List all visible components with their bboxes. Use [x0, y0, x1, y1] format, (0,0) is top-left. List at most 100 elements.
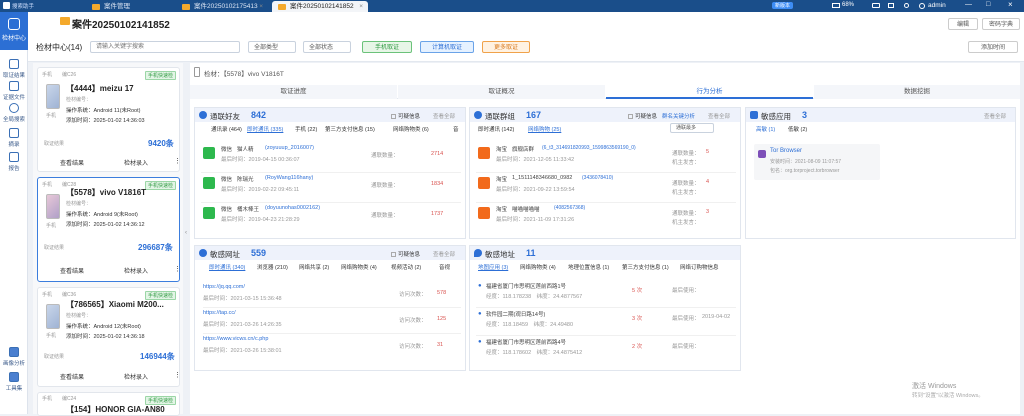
list-item[interactable]: 淘宝 1_1511148346680_0982 (3436078410) 最后时…	[476, 175, 736, 203]
sidebar-item-tools[interactable]: 工具集	[0, 372, 28, 392]
tab-case-2[interactable]: 案件20250102141852 ×	[272, 1, 368, 12]
subtab[interactable]: 网络订购物信息	[680, 263, 719, 271]
video-icon[interactable]	[872, 3, 880, 8]
view-results-link[interactable]: 查看结果	[60, 372, 84, 381]
sidebar-item-files[interactable]: 证据文件	[0, 81, 28, 101]
count-label: 访问次数：	[399, 292, 427, 298]
edit-button[interactable]: 编辑	[948, 18, 978, 30]
tab-progress[interactable]: 取证进度	[190, 85, 397, 99]
suspicious-filter[interactable]: 可疑信息	[391, 250, 420, 258]
url-link[interactable]: https://www.vicws.cn/c.php	[203, 336, 268, 342]
maximize-button[interactable]: □	[986, 1, 990, 8]
evidence-entry-link[interactable]: 检材录入	[124, 266, 148, 275]
list-item[interactable]: Tor Browser 安装时间：2021-08-09 11:07:57 包名：…	[754, 144, 880, 180]
more-forensics-button[interactable]: 更多取证	[482, 41, 530, 53]
username[interactable]: admin	[928, 2, 946, 9]
subtab[interactable]: 网络共享 (2)	[299, 263, 329, 271]
type-filter-select[interactable]: 全部类型	[248, 41, 296, 53]
update-badge[interactable]: 新版本	[772, 2, 794, 9]
sidebar-item-evidence-center[interactable]: 检材中心	[0, 12, 28, 50]
list-item[interactable]: https://jq.qq.com/ 最后时间：2021-03-15 15:36…	[203, 284, 461, 308]
group-analysis-link[interactable]: 群名关键分析	[662, 112, 695, 120]
subtab[interactable]: 音	[453, 125, 459, 133]
url-link[interactable]: https://jq.qq.com/	[203, 284, 245, 290]
view-results-link[interactable]: 查看结果	[60, 158, 84, 167]
subtab[interactable]: 低敏 (2)	[788, 125, 807, 133]
view-all-link[interactable]: 查看全部	[984, 112, 1006, 120]
view-all-link[interactable]: 查看全部	[433, 112, 455, 120]
checkbox[interactable]	[628, 114, 633, 120]
evidence-entry-link[interactable]: 检材录入	[124, 158, 148, 167]
subtab-active[interactable]: 网络购物 (25)	[528, 125, 561, 133]
status-filter-select[interactable]: 全部状态	[303, 41, 351, 53]
bell-icon[interactable]	[904, 3, 909, 8]
url-link[interactable]: https://tap.cc/	[203, 310, 236, 316]
tab-behavior[interactable]: 行为分析	[606, 85, 813, 99]
sidebar-item-search[interactable]: 全局搜索	[0, 103, 28, 123]
subtab-active[interactable]: 即时通讯 (340)	[209, 263, 245, 271]
list-item[interactable]: https://www.vicws.cn/c.php 最后时间：2021-03-…	[203, 336, 461, 360]
subtab[interactable]: 浏览器 (210)	[257, 263, 288, 271]
subtab[interactable]: 通讯录 (464)	[211, 125, 242, 133]
view-all-link[interactable]: 查看全部	[708, 112, 730, 120]
list-item[interactable]: https://tap.cc/ 最后时间：2021-03-26 14:26:35…	[203, 310, 461, 334]
subtab[interactable]: 即时通讯 (142)	[478, 125, 514, 133]
tab-overview[interactable]: 取证概况	[398, 85, 605, 99]
device-card[interactable]: 手机 编C24 手机快速检 【154】HONOR GIA-AN80	[37, 392, 180, 416]
checkbox[interactable]	[391, 114, 396, 120]
more-icon[interactable]: ⋮	[174, 265, 181, 273]
tab-case-1[interactable]: 案件20250102175413 ×	[176, 1, 268, 12]
tab-case-management[interactable]: 案件管理	[86, 1, 166, 12]
subtab-active[interactable]: 高敏 (1)	[756, 125, 775, 133]
subtab[interactable]: 网络购物类 (6)	[393, 125, 429, 133]
list-item[interactable]: ● 福建省厦门市思明区莲前西路1号 经度：118.178238 纬度：24.48…	[476, 282, 736, 308]
sidebar-item-report[interactable]: 报告	[0, 152, 28, 172]
add-time-button[interactable]: 添加时间	[968, 41, 1018, 53]
password-dict-button[interactable]: 密码字典	[982, 18, 1020, 30]
checkbox[interactable]	[391, 252, 396, 258]
list-item[interactable]: 淘宝 旗舰店群 (6_t3_314691820993_1599863569190…	[476, 145, 736, 173]
close-icon[interactable]: ×	[359, 1, 363, 12]
list-item[interactable]: 微信 桶木棒王 (doyuunohas0002162) 最后时间：2019-04…	[201, 205, 461, 233]
close-window-button[interactable]: ×	[1008, 0, 1013, 9]
device-card-selected[interactable]: 手机 编C28 手机快速检 【5578】vivo V1816T 检材编号： 操作…	[37, 177, 181, 282]
more-icon[interactable]: ⋮	[174, 157, 181, 165]
list-item[interactable]: ● 福建省厦门市思明区莲前西路4号 经度：118.178602 纬度：24.48…	[476, 338, 736, 364]
device-card[interactable]: 手机 编C26 手机快速检 【4444】meizu 17 检材编号： 操作系统：…	[37, 67, 181, 172]
sort-select[interactable]: 通联最多	[670, 123, 714, 133]
subtab[interactable]: 网络购物类 (4)	[520, 263, 556, 271]
subtab[interactable]: 第三方支付信息 (1)	[622, 263, 669, 271]
list-item[interactable]: ● 软件园二期(观日路14号) 经度：118.18459 纬度：24.49480…	[476, 310, 736, 336]
evidence-entry-link[interactable]: 检材录入	[124, 372, 148, 381]
subtab-active[interactable]: 地图应用 (3)	[478, 263, 508, 271]
sidebar-item-results[interactable]: 取证结果	[0, 59, 28, 79]
search-input[interactable]	[90, 41, 240, 53]
view-results-link[interactable]: 查看结果	[60, 266, 84, 275]
view-all-link[interactable]: 查看全部	[433, 250, 455, 258]
collapse-arrow-icon[interactable]: ‹	[185, 230, 187, 236]
subtab[interactable]: 地理位置信息 (1)	[568, 263, 609, 271]
sidebar-item-profile[interactable]: 画像分析	[0, 347, 28, 367]
avatar[interactable]	[919, 3, 925, 9]
list-item[interactable]: 微信 猫人精 (zoyuuup_2016007) 最后时间：2019-04-15…	[201, 145, 461, 173]
suspicious-filter[interactable]: 可疑信息	[628, 112, 657, 120]
screen-icon[interactable]	[888, 3, 894, 8]
more-icon[interactable]: ⋮	[174, 371, 181, 379]
tab-mining[interactable]: 数据挖掘	[814, 85, 1020, 99]
count-value: 1737	[431, 211, 444, 217]
phone-forensics-button[interactable]: 手机取证	[362, 41, 412, 53]
computer-forensics-button[interactable]: 计算机取证	[420, 41, 474, 53]
subtab[interactable]: 网络购物类 (4)	[341, 263, 377, 271]
list-item[interactable]: 微信 陈瑞光 (RoyWang116hany) 最后时间：2019-02-22 …	[201, 175, 461, 203]
minimize-button[interactable]: —	[965, 1, 972, 8]
subtab[interactable]: 第三方支付信息 (15)	[325, 125, 375, 133]
list-item[interactable]: 淘宝 喵喵喵喵喵 (4082567368) 最后时间：2021-11-09 17…	[476, 205, 736, 233]
sidebar-item-excerpt[interactable]: 摘录	[0, 128, 28, 148]
subtab[interactable]: 手机 (22)	[295, 125, 317, 133]
subtab[interactable]: 音视	[439, 263, 450, 271]
subtab-active[interactable]: 即时通讯 (335)	[247, 125, 283, 133]
suspicious-filter[interactable]: 可疑信息	[391, 112, 420, 120]
subtab[interactable]: 视频活动 (2)	[391, 263, 421, 271]
device-card[interactable]: 手机 编C36 手机快速检 【786565】Xiaomi M200... 检材编…	[37, 287, 181, 387]
close-icon[interactable]: ×	[259, 1, 263, 12]
